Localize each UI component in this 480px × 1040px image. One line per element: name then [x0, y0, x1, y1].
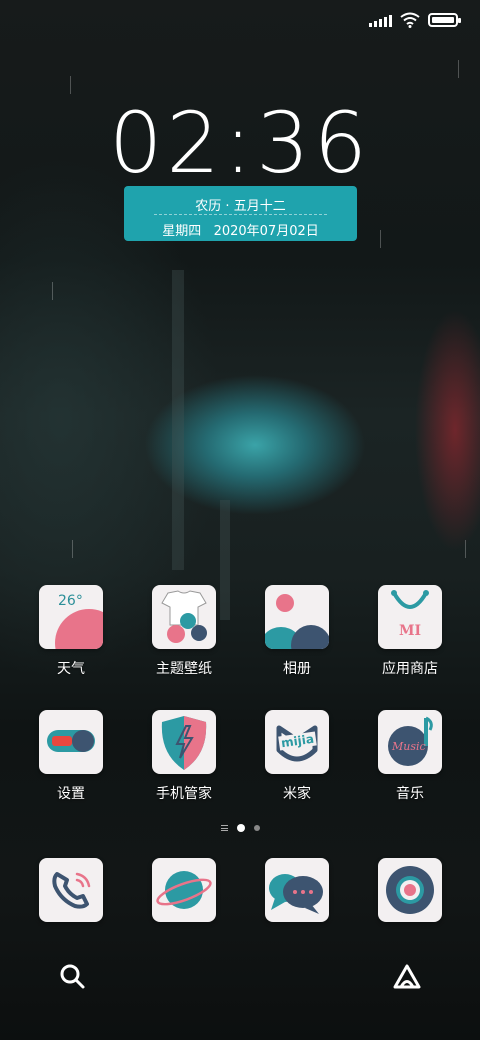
raindrop [70, 76, 71, 94]
app-label: 设置 [57, 786, 85, 802]
app-store[interactable]: MI 应用商店 [360, 585, 460, 678]
weather-icon: 26° [39, 585, 103, 649]
app-security[interactable]: 手机管家 [134, 710, 234, 803]
phone-icon [52, 872, 91, 909]
gallery-icon [265, 585, 329, 649]
date-divider [154, 214, 327, 215]
page-dot-active[interactable] [236, 824, 245, 832]
camera-icon [386, 866, 434, 914]
security-shield-icon [152, 710, 216, 774]
settings-toggle-icon [39, 710, 103, 774]
app-label: 天气 [57, 661, 85, 677]
dock-browser[interactable] [152, 858, 216, 922]
wifi-icon [400, 12, 420, 28]
app-music[interactable]: Music 音乐 [360, 710, 460, 803]
assistant-icon[interactable] [392, 962, 422, 992]
signal-icon [369, 13, 392, 27]
raindrop [52, 282, 53, 300]
dock-camera[interactable] [378, 858, 442, 922]
dock-phone[interactable] [39, 858, 103, 922]
app-label: 手机管家 [156, 786, 212, 802]
lunar-date: 农历 · 五月十二 [195, 199, 286, 214]
page-dot[interactable] [253, 825, 260, 831]
mi-logo: MI [398, 623, 422, 639]
app-mijia[interactable]: mijia 米家 [247, 710, 347, 803]
messages-icon [269, 874, 323, 914]
app-store-icon: MI [378, 585, 442, 649]
app-label: 应用商店 [382, 661, 438, 677]
menu-icon[interactable] [220, 825, 228, 831]
clock-time[interactable]: 02:36 [0, 98, 480, 188]
music-logo: Music [392, 740, 426, 753]
app-label: 米家 [283, 786, 311, 802]
raindrop [465, 540, 466, 558]
dock-messages[interactable] [265, 858, 329, 922]
raindrop [380, 230, 381, 248]
weather-temp: 26° [58, 593, 83, 609]
app-settings[interactable]: 设置 [21, 710, 121, 803]
background-wallpaper [172, 270, 184, 570]
app-weather[interactable]: 26° 天气 [21, 585, 121, 678]
music-icon: Music [378, 710, 442, 774]
solar-date: 星期四 2020年07月02日 [162, 224, 319, 239]
battery-level [432, 17, 454, 23]
search-icon[interactable] [58, 962, 88, 992]
battery-icon [428, 13, 461, 27]
app-theme-wallpaper[interactable]: 主题壁纸 [134, 585, 234, 678]
status-bar [369, 10, 461, 30]
app-label: 主题壁纸 [156, 661, 212, 677]
mijia-icon: mijia [265, 710, 329, 774]
theme-wallpaper-icon [152, 585, 216, 649]
raindrop [72, 540, 73, 558]
browser-planet-icon [156, 871, 212, 909]
raindrop [458, 60, 459, 78]
page-indicator[interactable] [0, 824, 480, 832]
date-widget[interactable]: 农历 · 五月十二 星期四 2020年07月02日 [124, 186, 357, 241]
app-label: 音乐 [396, 786, 424, 802]
app-label: 相册 [283, 661, 311, 677]
app-gallery[interactable]: 相册 [247, 585, 347, 678]
